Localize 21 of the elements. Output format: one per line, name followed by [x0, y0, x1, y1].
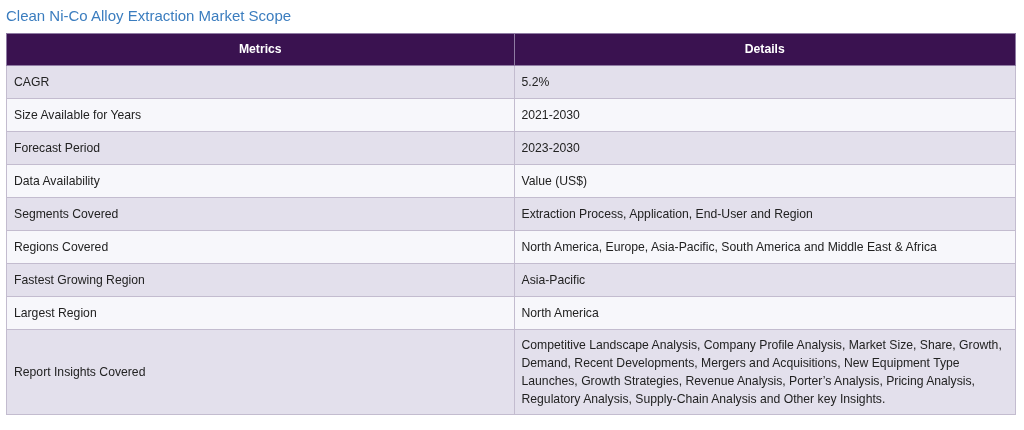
- table-cell: Regions Covered: [6, 230, 514, 264]
- table-cell: 5.2%: [514, 65, 1016, 99]
- table-cell: Forecast Period: [6, 131, 514, 165]
- table-cell: Largest Region: [6, 296, 514, 330]
- column-header: Details: [514, 33, 1016, 66]
- table-cell: Fastest Growing Region: [6, 263, 514, 297]
- table-cell: Data Availability: [6, 164, 514, 198]
- table-cell: Extraction Process, Application, End-User and Region: [514, 197, 1016, 231]
- column-header: Metrics: [6, 33, 514, 66]
- table-cell: 2021-2030: [514, 98, 1016, 132]
- table-cell: North America, Europe, Asia-Pacific, South America and Middle East & Africa: [514, 230, 1016, 264]
- section-title: Clean Ni-Co Alloy Extraction Market Scope: [6, 6, 293, 26]
- table-cell: North America: [514, 296, 1016, 330]
- table-cell: 2023-2030: [514, 131, 1016, 165]
- table-cell: Segments Covered: [6, 197, 514, 231]
- table-cell: Asia-Pacific: [514, 263, 1016, 297]
- table-cell: CAGR: [6, 65, 514, 99]
- table-cell: Size Available for Years: [6, 98, 514, 132]
- table-cell: Competitive Landscape Analysis, Company Profile Analysis, Market Size, Share, Growth, Demand, Recent Developments, Mergers and Acquisitions, New Equipment Type Launches, Growth Strategies, Revenue Analysis, Porter’s Analysis, Pricing Analysis, Regulatory Analysis, Supply-Chain Analysis and Other key Insights.: [514, 329, 1016, 415]
- table-cell: Value (US$): [514, 164, 1016, 198]
- table-cell: Report Insights Covered: [6, 329, 514, 415]
